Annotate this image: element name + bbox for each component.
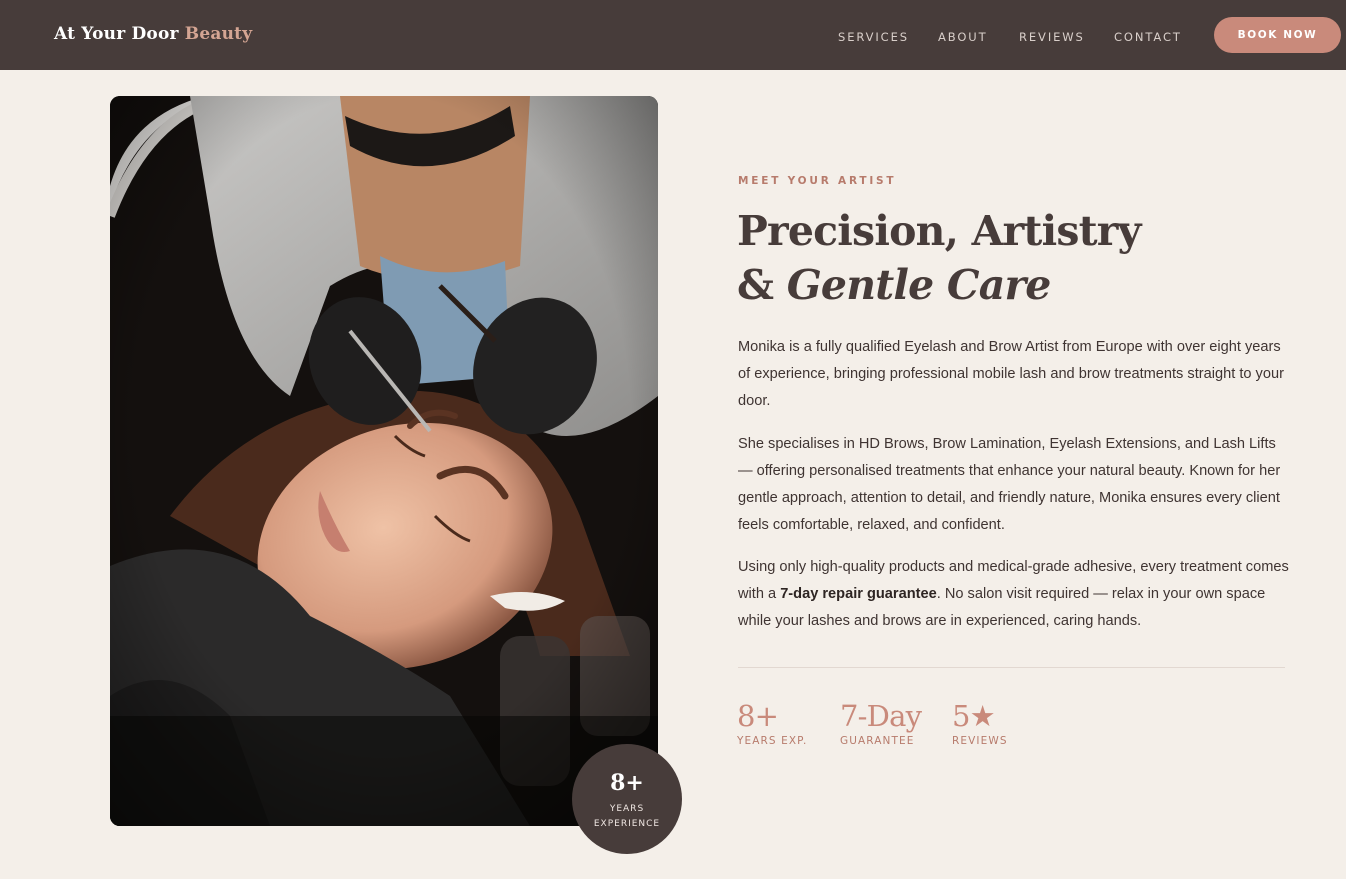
- brand-logo[interactable]: At Your Door Beauty: [54, 24, 252, 44]
- badge-label-experience: EXPERIENCE: [593, 819, 661, 829]
- repair-guarantee-highlight: 7-day repair guarantee: [780, 586, 937, 602]
- heading-italic: Gentle Care: [786, 261, 1052, 309]
- top-nav: At Your Door Beauty SERVICES ABOUT REVIE…: [0, 0, 1346, 70]
- experience-badge: 8+ YEARS EXPERIENCE: [572, 744, 682, 854]
- stat-value: 7-Day: [840, 699, 922, 733]
- nav-link-about[interactable]: ABOUT: [938, 30, 988, 44]
- badge-number: 8+: [610, 770, 644, 796]
- stat-years: 8+ YEARS EXP.: [737, 698, 807, 747]
- stat-label: GUARANTEE: [840, 735, 915, 747]
- brand-name: At Your Door: [54, 24, 179, 44]
- heading-line-1: Precision, Artistry: [737, 207, 1141, 255]
- stat-value: 5★: [952, 699, 996, 733]
- stat-label: REVIEWS: [952, 735, 1008, 747]
- stat-reviews: 5★ REVIEWS: [952, 698, 1008, 747]
- brand-accent: Beauty: [184, 24, 253, 44]
- stat-label: YEARS EXP.: [737, 735, 808, 747]
- stat-guarantee: 7-Day GUARANTEE: [840, 698, 922, 747]
- about-paragraph-3: Using only high-quality products and med…: [738, 554, 1290, 635]
- artist-photo: [110, 96, 658, 826]
- heading-ampersand: &: [737, 261, 787, 309]
- badge-label-years: YEARS: [609, 804, 645, 814]
- stats-divider: [738, 667, 1285, 668]
- about-paragraph-1: Monika is a fully qualified Eyelash and …: [738, 339, 1284, 409]
- about-paragraph-2: She specialises in HD Brows, Brow Lamina…: [738, 436, 1281, 533]
- nav-link-contact[interactable]: CONTACT: [1114, 30, 1182, 44]
- book-now-button[interactable]: BOOK NOW: [1214, 17, 1341, 53]
- nav-link-reviews[interactable]: REVIEWS: [1019, 30, 1085, 44]
- nav-link-services[interactable]: SERVICES: [838, 30, 909, 44]
- section-heading: Precision, Artistry & Gentle Care: [737, 204, 1141, 312]
- stat-value: 8+: [737, 699, 779, 733]
- section-eyebrow: MEET YOUR ARTIST: [738, 175, 897, 187]
